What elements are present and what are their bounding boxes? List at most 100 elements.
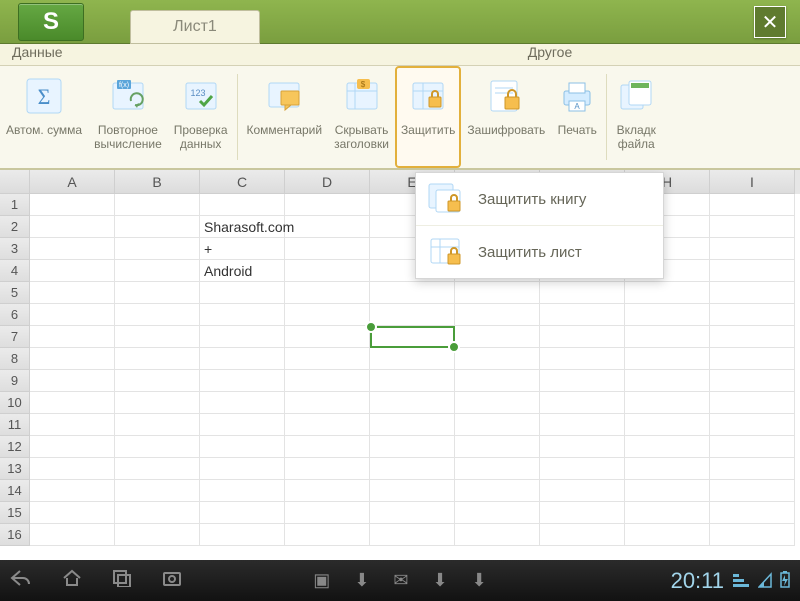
spreadsheet-grid[interactable]: A B C D E F G H I 1234567891011121314151… — [0, 170, 800, 560]
row-header[interactable]: 12 — [0, 436, 30, 458]
file-tab-button[interactable]: Вкладк файла — [610, 66, 662, 168]
cell-D5[interactable] — [285, 282, 370, 304]
cell-A9[interactable] — [30, 370, 115, 392]
cell-F10[interactable] — [455, 392, 540, 414]
select-all-corner[interactable] — [0, 170, 30, 194]
cell-H5[interactable] — [625, 282, 710, 304]
cell-F14[interactable] — [455, 480, 540, 502]
cell-D16[interactable] — [285, 524, 370, 546]
app-logo[interactable]: S — [18, 3, 84, 41]
row-header[interactable]: 15 — [0, 502, 30, 524]
cell-D9[interactable] — [285, 370, 370, 392]
notif-download2-icon[interactable]: ⬇ — [433, 570, 448, 591]
cell-B9[interactable] — [115, 370, 200, 392]
cell-C15[interactable] — [200, 502, 285, 524]
cell-F16[interactable] — [455, 524, 540, 546]
cell-B16[interactable] — [115, 524, 200, 546]
cell-E13[interactable] — [370, 458, 455, 480]
cell-H9[interactable] — [625, 370, 710, 392]
cell-F13[interactable] — [455, 458, 540, 480]
cell-E11[interactable] — [370, 414, 455, 436]
cell-E16[interactable] — [370, 524, 455, 546]
cell-B13[interactable] — [115, 458, 200, 480]
protect-button[interactable]: Защитить — [395, 66, 461, 168]
cell-D1[interactable] — [285, 194, 370, 216]
comment-button[interactable]: Комментарий — [241, 66, 329, 168]
cell-D15[interactable] — [285, 502, 370, 524]
row-header[interactable]: 3 — [0, 238, 30, 260]
cell-I7[interactable] — [710, 326, 795, 348]
cell-B8[interactable] — [115, 348, 200, 370]
hide-headers-button[interactable]: $ Скрывать заголовки — [328, 66, 395, 168]
cell-D14[interactable] — [285, 480, 370, 502]
cell-B15[interactable] — [115, 502, 200, 524]
cell-E5[interactable] — [370, 282, 455, 304]
cell-H10[interactable] — [625, 392, 710, 414]
cell-C4[interactable]: Android — [200, 260, 285, 282]
cell-A12[interactable] — [30, 436, 115, 458]
cell-H14[interactable] — [625, 480, 710, 502]
row-header[interactable]: 10 — [0, 392, 30, 414]
cell-G15[interactable] — [540, 502, 625, 524]
cell-E8[interactable] — [370, 348, 455, 370]
cell-H8[interactable] — [625, 348, 710, 370]
col-header-A[interactable]: A — [30, 170, 115, 194]
row-header[interactable]: 5 — [0, 282, 30, 304]
protect-sheet-item[interactable]: Защитить лист — [416, 226, 663, 278]
cell-I9[interactable] — [710, 370, 795, 392]
cell-H16[interactable] — [625, 524, 710, 546]
cell-I2[interactable] — [710, 216, 795, 238]
cell-B6[interactable] — [115, 304, 200, 326]
cell-A15[interactable] — [30, 502, 115, 524]
cell-F8[interactable] — [455, 348, 540, 370]
cell-G11[interactable] — [540, 414, 625, 436]
cell-D13[interactable] — [285, 458, 370, 480]
cell-G13[interactable] — [540, 458, 625, 480]
cell-H13[interactable] — [625, 458, 710, 480]
cell-E6[interactable] — [370, 304, 455, 326]
cell-D6[interactable] — [285, 304, 370, 326]
col-header-C[interactable]: C — [200, 170, 285, 194]
row-header[interactable]: 1 — [0, 194, 30, 216]
cell-A16[interactable] — [30, 524, 115, 546]
cell-H15[interactable] — [625, 502, 710, 524]
cell-B12[interactable] — [115, 436, 200, 458]
back-icon[interactable] — [10, 569, 32, 592]
cell-E7[interactable] — [370, 326, 455, 348]
cell-E15[interactable] — [370, 502, 455, 524]
cell-H6[interactable] — [625, 304, 710, 326]
cell-C14[interactable] — [200, 480, 285, 502]
cell-B10[interactable] — [115, 392, 200, 414]
cell-A2[interactable] — [30, 216, 115, 238]
cell-D7[interactable] — [285, 326, 370, 348]
cell-A8[interactable] — [30, 348, 115, 370]
row-header[interactable]: 16 — [0, 524, 30, 546]
cell-A14[interactable] — [30, 480, 115, 502]
cell-H7[interactable] — [625, 326, 710, 348]
cell-G5[interactable] — [540, 282, 625, 304]
cell-C7[interactable] — [200, 326, 285, 348]
cell-I3[interactable] — [710, 238, 795, 260]
cell-C8[interactable] — [200, 348, 285, 370]
cell-F9[interactable] — [455, 370, 540, 392]
cell-D3[interactable] — [285, 238, 370, 260]
cell-E10[interactable] — [370, 392, 455, 414]
cell-C10[interactable] — [200, 392, 285, 414]
encrypt-button[interactable]: Зашифровать — [461, 66, 551, 168]
cell-I4[interactable] — [710, 260, 795, 282]
notif-app-icon[interactable]: ▣ — [313, 570, 330, 591]
cell-B1[interactable] — [115, 194, 200, 216]
cell-D8[interactable] — [285, 348, 370, 370]
cell-C5[interactable] — [200, 282, 285, 304]
row-header[interactable]: 2 — [0, 216, 30, 238]
row-header[interactable]: 6 — [0, 304, 30, 326]
recalc-button[interactable]: f(x) Повторное вычисление — [88, 66, 168, 168]
cell-D10[interactable] — [285, 392, 370, 414]
cell-I15[interactable] — [710, 502, 795, 524]
cell-B11[interactable] — [115, 414, 200, 436]
cell-F6[interactable] — [455, 304, 540, 326]
cell-C16[interactable] — [200, 524, 285, 546]
row-header[interactable]: 4 — [0, 260, 30, 282]
cell-D4[interactable] — [285, 260, 370, 282]
cell-E12[interactable] — [370, 436, 455, 458]
